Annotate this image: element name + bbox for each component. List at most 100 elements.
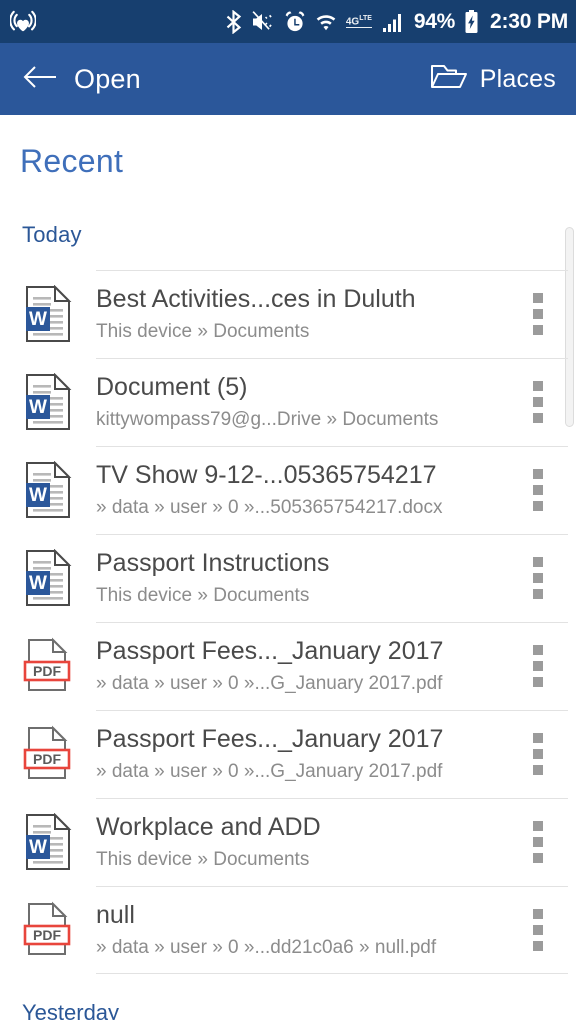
pdf-document-icon: PDF <box>14 634 82 698</box>
clock-label: 2:30 PM <box>490 9 568 33</box>
status-bar-right-icons: 4GLTE 94% 2:30 PM <box>225 9 568 34</box>
more-vert-icon <box>533 749 543 759</box>
list-item[interactable]: W TV Show 9-12-...05365754217 » data » u… <box>0 446 576 534</box>
list-item-text: TV Show 9-12-...05365754217 » data » use… <box>82 461 512 518</box>
pdf-document-icon: PDF <box>14 722 82 786</box>
more-vert-icon <box>533 589 543 599</box>
iheartradio-icon <box>10 9 36 35</box>
more-vert-icon <box>533 557 543 567</box>
network-4glte-icon: 4GLTE <box>345 14 372 29</box>
word-document-icon: W <box>14 370 82 434</box>
list-item[interactable]: W Best Activities...ces in Duluth This d… <box>0 270 576 358</box>
svg-text:PDF: PDF <box>33 927 61 943</box>
overflow-menu-button[interactable] <box>512 622 564 710</box>
more-vert-icon <box>533 381 543 391</box>
alarm-icon <box>284 10 306 33</box>
back-arrow-icon <box>23 64 57 95</box>
overflow-menu-button[interactable] <box>512 446 564 534</box>
svg-text:PDF: PDF <box>33 663 61 679</box>
section-header-yesterday: Yesterday <box>22 1000 120 1020</box>
status-bar-left-icons <box>10 9 36 35</box>
more-vert-icon <box>533 733 543 743</box>
mute-vibrate-icon <box>251 10 275 33</box>
recent-files-panel[interactable]: Recent Today W Best Activities...ces in … <box>0 115 576 1024</box>
overflow-menu-button[interactable] <box>512 886 564 974</box>
more-vert-icon <box>533 397 543 407</box>
more-vert-icon <box>533 485 543 495</box>
places-button[interactable]: Places <box>428 56 558 103</box>
file-path: » data » user » 0 »...505365754217.docx <box>96 496 443 518</box>
list-item-text: Best Activities...ces in Duluth This dev… <box>82 285 512 342</box>
more-vert-icon <box>533 309 543 319</box>
overflow-menu-button[interactable] <box>512 358 564 446</box>
overflow-menu-button[interactable] <box>512 270 564 358</box>
list-item-text: Passport Instructions This device » Docu… <box>82 549 512 606</box>
more-vert-icon <box>533 677 543 687</box>
word-document-icon: W <box>14 546 82 610</box>
more-vert-icon <box>533 661 543 671</box>
more-vert-icon <box>533 909 543 919</box>
list-item[interactable]: W Workplace and ADD This device » Docume… <box>0 798 576 886</box>
file-path: This device » Documents <box>96 584 310 606</box>
file-name: Passport Instructions <box>96 549 330 578</box>
battery-charging-icon <box>464 9 479 34</box>
more-vert-icon <box>533 925 543 935</box>
overflow-menu-button[interactable] <box>512 798 564 886</box>
file-name: TV Show 9-12-...05365754217 <box>96 461 437 490</box>
recent-heading: Recent <box>20 143 124 179</box>
app-bar: Open Places <box>0 43 576 115</box>
more-vert-icon <box>533 573 543 583</box>
word-document-icon: W <box>14 458 82 522</box>
file-open-screen: 4GLTE 94% 2:30 PM Open Places Recent Tod… <box>0 0 576 1024</box>
wifi-icon <box>315 11 337 33</box>
svg-text:W: W <box>29 485 47 506</box>
svg-text:PDF: PDF <box>33 751 61 767</box>
file-name: Workplace and ADD <box>96 813 321 842</box>
more-vert-icon <box>533 325 543 335</box>
list-item[interactable]: PDF Passport Fees..._January 2017 » data… <box>0 710 576 798</box>
file-name: Passport Fees..._January 2017 <box>96 725 444 754</box>
pdf-document-icon: PDF <box>14 898 82 962</box>
bluetooth-icon <box>225 9 242 34</box>
list-item-text: Workplace and ADD This device » Document… <box>82 813 512 870</box>
svg-text:W: W <box>29 397 47 418</box>
more-vert-icon <box>533 821 543 831</box>
more-vert-icon <box>533 469 543 479</box>
battery-percent-label: 94% <box>413 9 456 33</box>
more-vert-icon <box>533 941 543 951</box>
file-path: This device » Documents <box>96 848 310 870</box>
file-path: » data » user » 0 »...G_January 2017.pdf <box>96 760 443 782</box>
cellular-signal-icon <box>381 11 405 33</box>
folder-open-icon <box>430 62 468 97</box>
places-label: Places <box>479 64 556 93</box>
list-item[interactable]: PDF Passport Fees..._January 2017 » data… <box>0 622 576 710</box>
status-bar: 4GLTE 94% 2:30 PM <box>0 0 576 43</box>
list-item[interactable]: W Document (5) kittywompass79@g...Drive … <box>0 358 576 446</box>
file-path: kittywompass79@g...Drive » Documents <box>96 408 439 430</box>
word-document-icon: W <box>14 810 82 874</box>
list-item-text: null » data » user » 0 »...dd21c0a6 » nu… <box>82 901 512 958</box>
overflow-menu-button[interactable] <box>512 710 564 798</box>
file-name: Best Activities...ces in Duluth <box>96 285 416 314</box>
file-list: W Best Activities...ces in Duluth This d… <box>0 270 576 974</box>
list-item[interactable]: PDF null » data » user » 0 »...dd21c0a6 … <box>0 886 576 974</box>
more-vert-icon <box>533 293 543 303</box>
svg-text:W: W <box>29 309 47 330</box>
section-header-today: Today <box>22 222 82 247</box>
back-button[interactable] <box>16 55 64 103</box>
page-title: Open <box>74 63 141 94</box>
list-item-text: Passport Fees..._January 2017 » data » u… <box>82 637 512 694</box>
file-path: This device » Documents <box>96 320 310 342</box>
overflow-menu-button[interactable] <box>512 534 564 622</box>
file-path: » data » user » 0 »...dd21c0a6 » null.pd… <box>96 936 437 958</box>
file-name: null <box>96 901 135 930</box>
list-item-text: Document (5) kittywompass79@g...Drive » … <box>82 373 512 430</box>
more-vert-icon <box>533 837 543 847</box>
word-document-icon: W <box>14 282 82 346</box>
list-item-text: Passport Fees..._January 2017 » data » u… <box>82 725 512 782</box>
list-item[interactable]: W Passport Instructions This device » Do… <box>0 534 576 622</box>
svg-text:W: W <box>29 573 47 594</box>
more-vert-icon <box>533 501 543 511</box>
more-vert-icon <box>533 853 543 863</box>
file-name: Passport Fees..._January 2017 <box>96 637 444 666</box>
